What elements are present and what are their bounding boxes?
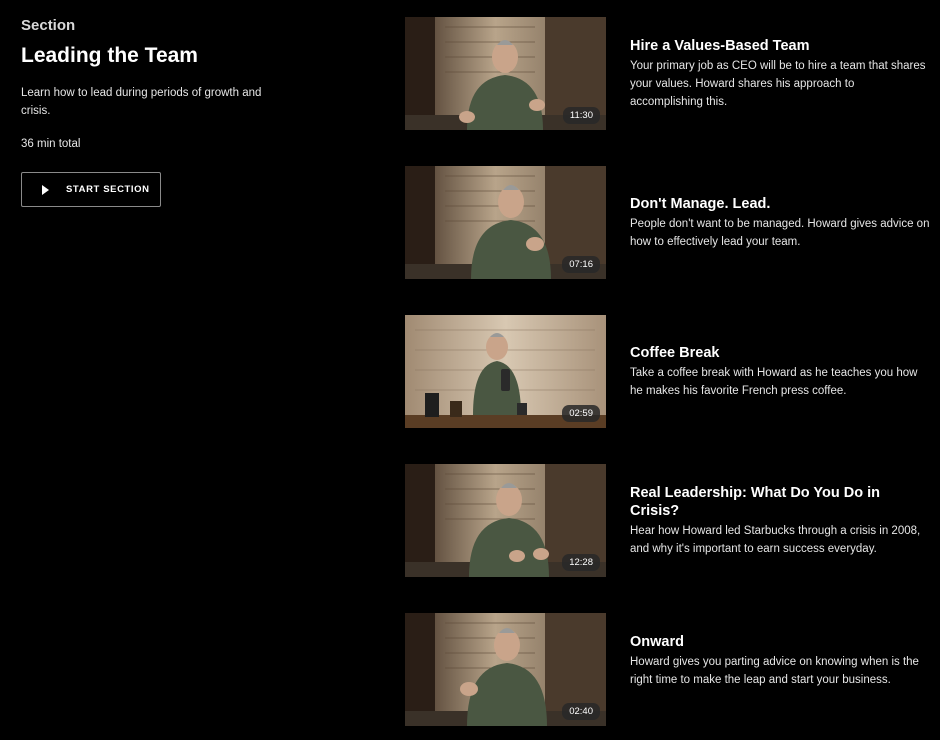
lesson-text: Coffee Break Take a coffee break with Ho… (630, 344, 930, 400)
lesson-title[interactable]: Don't Manage. Lead. (630, 195, 930, 213)
section-kicker: Section (21, 17, 76, 34)
lesson-description: People don't want to be managed. Howard … (630, 218, 930, 248)
section-total-duration: 36 min total (21, 138, 81, 150)
lesson-duration-badge: 07:16 (562, 256, 600, 273)
lesson-duration-badge: 11:30 (562, 107, 600, 124)
lesson-description: Howard gives you parting advice on knowi… (630, 656, 919, 686)
start-section-button[interactable]: START SECTION (21, 172, 161, 207)
lesson-duration-badge: 12:28 (562, 554, 600, 571)
lesson-description: Hear how Howard led Starbucks through a … (630, 525, 921, 555)
lesson-thumbnail[interactable]: 02:59 (405, 315, 606, 428)
section-title: Leading the Team (21, 44, 198, 67)
lesson-item: 07:16 Don't Manage. Lead. People don't w… (405, 166, 935, 280)
lesson-duration-badge: 02:59 (562, 405, 600, 422)
lesson-thumbnail[interactable]: 12:28 (405, 464, 606, 577)
lesson-text: Real Leadership: What Do You Do in Crisi… (630, 484, 930, 558)
lesson-text: Don't Manage. Lead. People don't want to… (630, 195, 930, 251)
lesson-duration-badge: 02:40 (562, 703, 600, 720)
lesson-item: 02:59 Coffee Break Take a coffee break w… (405, 315, 935, 429)
section-description: Learn how to lead during periods of grow… (21, 87, 262, 117)
lesson-text: Hire a Values-Based Team Your primary jo… (630, 37, 930, 111)
play-icon (42, 184, 49, 195)
lesson-item: 11:30 Hire a Values-Based Team Your prim… (405, 17, 935, 131)
lesson-text: Onward Howard gives you parting advice o… (630, 633, 930, 689)
start-section-label: START SECTION (66, 184, 150, 195)
lesson-item: 02:40 Onward Howard gives you parting ad… (405, 613, 935, 727)
section-info-panel: Section Leading the Team Learn how to le… (21, 16, 301, 207)
lesson-title[interactable]: Onward (630, 633, 930, 651)
lesson-item: 12:28 Real Leadership: What Do You Do in… (405, 464, 935, 578)
lesson-title[interactable]: Real Leadership: What Do You Do in Crisi… (630, 484, 930, 520)
course-section-page: Section Leading the Team Learn how to le… (0, 0, 940, 740)
lesson-description: Your primary job as CEO will be to hire … (630, 60, 926, 108)
lesson-title[interactable]: Hire a Values-Based Team (630, 37, 930, 55)
lesson-thumbnail[interactable]: 02:40 (405, 613, 606, 726)
lesson-thumbnail[interactable]: 11:30 (405, 17, 606, 130)
lesson-title[interactable]: Coffee Break (630, 344, 930, 362)
lesson-thumbnail[interactable]: 07:16 (405, 166, 606, 279)
lesson-description: Take a coffee break with Howard as he te… (630, 367, 918, 397)
